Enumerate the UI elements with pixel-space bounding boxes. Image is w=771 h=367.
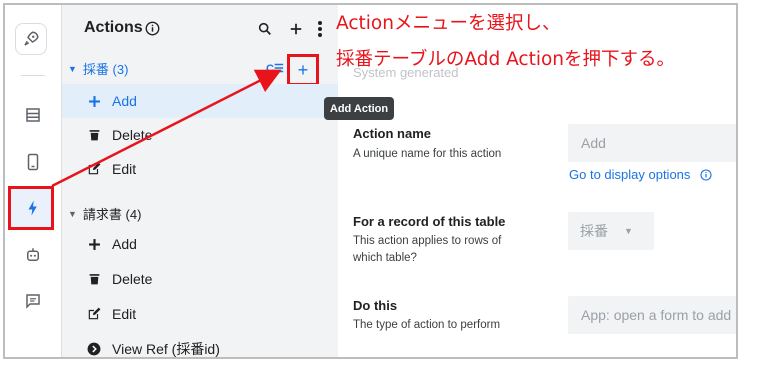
trash-icon [86, 127, 102, 143]
trash-icon [86, 271, 102, 287]
caret-down-icon: ▼ [68, 63, 77, 74]
edit-icon [86, 306, 102, 322]
search-icon[interactable] [255, 19, 275, 39]
group-label: 請求書 (4) [82, 207, 142, 222]
do-this-select[interactable]: App: open a form to add [568, 296, 736, 334]
annotation-line-1: Actionメニューを選択し、 [336, 13, 561, 34]
table-label: For a record of this table [353, 214, 506, 229]
group-header-seikyusho[interactable]: ▼ 請求書 (4) [68, 204, 141, 223]
action-item-add[interactable]: Add [62, 84, 338, 118]
item-label: View Ref (採番id) [112, 341, 220, 357]
table-desc: This action applies to rows of which tab… [353, 235, 502, 264]
comment-icon[interactable] [21, 289, 45, 313]
phone-icon[interactable] [21, 150, 45, 174]
action-item-delete[interactable]: Delete [62, 118, 338, 152]
reorder-icon[interactable]: C☰ [266, 62, 284, 75]
link-label: Go to display options [569, 167, 691, 182]
more-vert-icon[interactable] [310, 19, 330, 39]
item-label: Delete [112, 271, 153, 287]
action-item-add[interactable]: Add [62, 227, 338, 261]
panel-header: Actions [62, 5, 338, 55]
add-icon[interactable] [286, 19, 306, 39]
item-label: Add [112, 236, 137, 252]
app-logo[interactable] [15, 23, 47, 55]
bolt-icon[interactable] [21, 196, 45, 220]
info-icon [700, 168, 712, 181]
action-name-input[interactable]: Add [568, 124, 736, 162]
display-options-link[interactable]: Go to display options [569, 167, 712, 182]
edit-icon [86, 161, 102, 177]
data-icon[interactable] [21, 103, 45, 127]
nav-rail [5, 5, 62, 357]
arrow-circle-icon [86, 341, 102, 357]
plus-icon [86, 93, 102, 109]
group-header-saiban[interactable]: ▼ 採番 (3) [68, 59, 128, 78]
item-label: Delete [112, 127, 153, 143]
action-item-view-ref[interactable]: View Ref (採番id) [62, 332, 338, 357]
add-action-tooltip: Add Action [324, 97, 394, 120]
caret-down-icon: ▼ [68, 208, 77, 219]
info-icon[interactable] [145, 21, 160, 40]
action-item-edit[interactable]: Edit [62, 297, 338, 331]
plus-icon [86, 236, 102, 252]
actions-panel: Actions ▼ 採番 (3) C☰ + Add Action Add Del… [62, 5, 394, 357]
add-action-button[interactable]: + [287, 54, 319, 86]
item-label: Edit [112, 306, 137, 322]
action-item-edit[interactable]: Edit [62, 152, 338, 186]
select-value: 採番 [580, 223, 608, 239]
annotation-line-2: 採番テーブルのAdd Actionを押下する。 [336, 49, 676, 70]
robot-icon[interactable] [21, 243, 45, 267]
do-this-label: Do this [353, 298, 398, 313]
panel-title: Actions [84, 19, 143, 36]
rail-divider [21, 75, 45, 76]
action-item-delete[interactable]: Delete [62, 262, 338, 296]
plus-icon: + [297, 59, 309, 80]
action-name-desc: A unique name for this action [353, 148, 502, 160]
item-label: Edit [112, 161, 137, 177]
do-this-desc: The type of action to perform [353, 319, 501, 331]
group-label: 採番 (3) [82, 62, 129, 77]
action-name-label: Action name [353, 126, 432, 141]
dropdown-arrow-icon: ▼ [624, 226, 633, 236]
item-label: Add [112, 93, 137, 109]
rocket-icon [24, 31, 39, 46]
table-select[interactable]: 採番 ▼ [568, 212, 654, 250]
